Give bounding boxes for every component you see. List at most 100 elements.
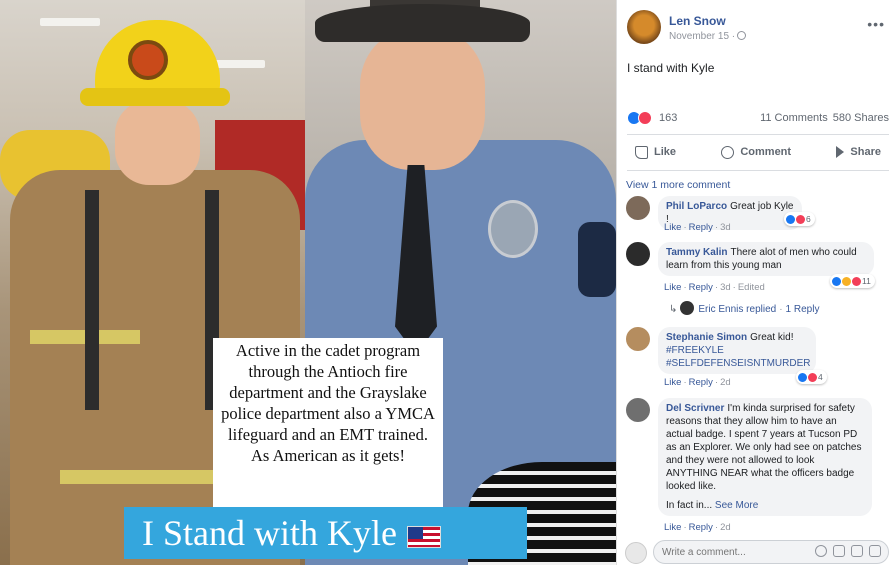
fire-helmet-brim: [80, 88, 230, 106]
comment-bubble: Stephanie Simon Great kid! #FREEKYLE #SEL…: [658, 327, 816, 374]
comment-count[interactable]: 11 Comments: [760, 112, 828, 124]
comment-button-label: Comment: [740, 146, 792, 158]
comment-icon: [721, 145, 735, 159]
comments-shares: 11 Comments 580 Shares: [760, 112, 889, 124]
shoulder-patch: [578, 222, 616, 297]
share-button-label: Share: [850, 146, 881, 158]
reply-count: 1 Reply: [785, 304, 820, 315]
reactions-bar: 163 11 Comments 580 Shares: [627, 111, 889, 127]
post-actions: Like Comment Share: [627, 140, 889, 164]
comment-composer: [625, 540, 889, 564]
comment-reaction-count: 11: [862, 276, 871, 286]
like-reaction-icon: [798, 372, 807, 382]
haha-reaction-icon: [842, 276, 851, 286]
comment-footer: Like · Reply · 2d: [664, 522, 731, 533]
commenter-name[interactable]: Del Scrivner: [666, 403, 724, 414]
commenter-avatar[interactable]: [626, 242, 650, 266]
author-avatar[interactable]: [627, 10, 661, 44]
love-reaction-icon: [796, 214, 805, 224]
love-reaction-icon: [808, 372, 817, 382]
see-more-link[interactable]: See More: [715, 500, 758, 511]
firefighter-face: [115, 100, 200, 185]
ceiling-light: [215, 60, 265, 68]
author-name[interactable]: Len Snow: [669, 14, 726, 28]
commenter-avatar[interactable]: [626, 327, 650, 351]
share-button[interactable]: Share: [836, 140, 881, 164]
commenter-avatar[interactable]: [626, 196, 650, 220]
reaction-count[interactable]: 163: [659, 112, 677, 124]
us-flag-icon: [406, 525, 441, 548]
comment-text: I'm kinda surprised for safety reasons t…: [666, 403, 862, 492]
comment-footer: Like · Reply · 2d: [664, 377, 731, 388]
camera-icon[interactable]: [833, 545, 845, 557]
commenter-name[interactable]: Stephanie Simon: [666, 332, 747, 343]
like-reaction-icon: [832, 276, 841, 286]
comment-time[interactable]: 2d: [720, 522, 731, 533]
officer-face: [360, 30, 485, 170]
post-text: I stand with Kyle: [627, 61, 715, 75]
comment-footer: Like · Reply · 3d: [664, 222, 731, 233]
love-reaction-icon[interactable]: [638, 111, 652, 125]
hashtag-link[interactable]: #SELFDEFENSEISNTMURDER: [666, 358, 810, 369]
comment: Tammy Kalin There alot of men who could l…: [626, 242, 888, 297]
current-user-avatar: [625, 542, 647, 564]
commenter-name[interactable]: Phil LoParco: [666, 201, 727, 212]
replier-avatar: [680, 301, 695, 315]
post-date[interactable]: November 15 ·: [669, 31, 735, 42]
comment: Del Scrivner I'm kinda surprised for safe…: [626, 398, 888, 534]
banner-text: I Stand with Kyle: [142, 513, 397, 553]
comment-reaction-count: 6: [806, 214, 811, 224]
campaign-hat: [315, 4, 530, 42]
comment-reaction-count: 4: [818, 372, 823, 382]
reply-arrow-icon: ↳: [669, 304, 678, 315]
comment-button[interactable]: Comment: [721, 140, 791, 164]
photo-caption: Active in the cadet program through the …: [213, 338, 443, 511]
facebook-post-panel: Len Snow November 15 · ••• I stand with …: [616, 0, 893, 565]
comment-time[interactable]: 2d: [720, 377, 731, 388]
like-button[interactable]: Like: [635, 140, 676, 164]
comment: Phil LoParco Great job Kyle ! 6 Like · Repl…: [626, 196, 888, 236]
gif-icon[interactable]: [851, 545, 863, 557]
ceiling-light: [40, 18, 100, 26]
commenter-avatar[interactable]: [626, 398, 650, 422]
sticker-icon[interactable]: [869, 545, 881, 557]
more-options-icon[interactable]: •••: [867, 16, 885, 32]
comment-tail: In fact in...: [666, 500, 713, 511]
thumbs-up-icon: [635, 145, 648, 159]
divider: [627, 134, 889, 135]
comment-reactions[interactable]: 11: [830, 274, 875, 288]
comment-like-link[interactable]: Like: [664, 522, 681, 533]
comment-reply-link[interactable]: Reply: [689, 222, 713, 233]
view-more-comments-link[interactable]: View 1 more comment: [626, 179, 730, 191]
comment-like-link[interactable]: Like: [664, 282, 681, 293]
emoji-icon[interactable]: [815, 545, 827, 557]
comment-footer: Like · Reply · 3d · Edited: [664, 282, 765, 293]
replier-text: Eric Ennis replied: [698, 304, 777, 315]
like-reaction-icon: [786, 214, 795, 224]
replies-link[interactable]: ↳ Eric Ennis replied · 1 Reply: [669, 301, 819, 315]
comment-bubble: Tammy Kalin There alot of men who could l…: [658, 242, 874, 276]
comment-reply-link[interactable]: Reply: [689, 282, 713, 293]
post-photo[interactable]: Active in the cadet program through the …: [0, 0, 616, 565]
comment-reactions[interactable]: 6: [784, 212, 815, 226]
police-badge: [488, 200, 538, 258]
like-button-label: Like: [654, 146, 677, 158]
love-reaction-icon: [852, 276, 861, 286]
share-icon: [836, 146, 845, 158]
comment-reactions[interactable]: 4: [796, 370, 827, 384]
commenter-name[interactable]: Tammy Kalin: [666, 247, 728, 258]
globe-icon: [737, 31, 747, 40]
comment-time[interactable]: 3d: [720, 282, 731, 293]
hashtag-link[interactable]: #FREEKYLE: [666, 345, 724, 356]
comment-edited: Edited: [737, 282, 765, 293]
post-header: Len Snow November 15 · •••: [627, 10, 889, 46]
comment-like-link[interactable]: Like: [664, 377, 681, 388]
comment-reply-link[interactable]: Reply: [689, 522, 713, 533]
helmet-badge: [128, 40, 168, 80]
comment-reply-link[interactable]: Reply: [689, 377, 713, 388]
comment-like-link[interactable]: Like: [664, 222, 681, 233]
comment-time[interactable]: 3d: [720, 222, 731, 233]
share-count[interactable]: 580 Shares: [833, 112, 889, 124]
comment: Stephanie Simon Great kid! #FREEKYLE #SEL…: [626, 327, 888, 389]
photo-banner: I Stand with Kyle: [124, 507, 527, 559]
